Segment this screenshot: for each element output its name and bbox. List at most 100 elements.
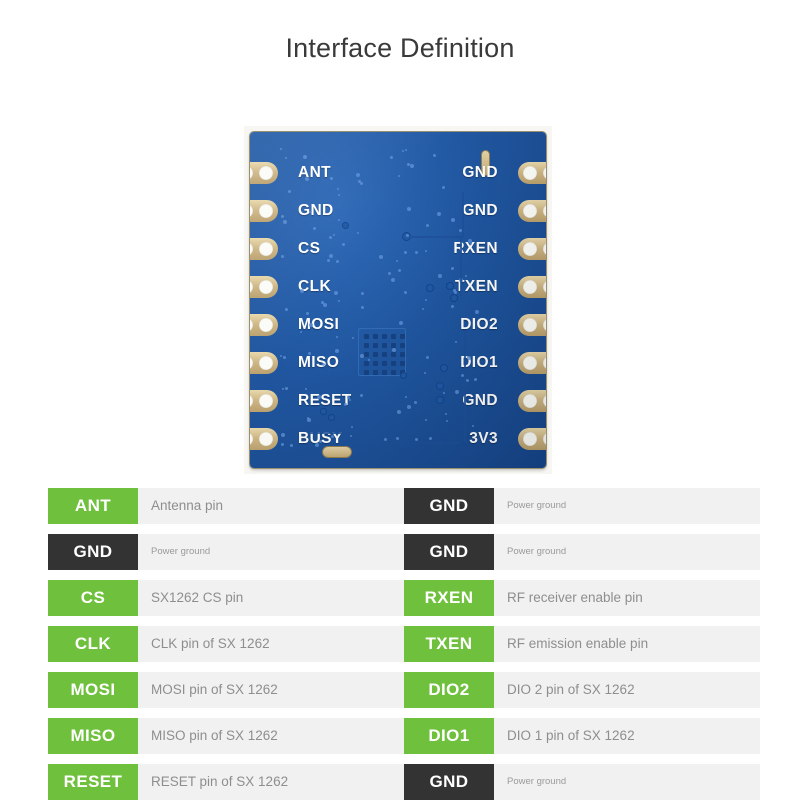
- pin-description: RF receiver enable pin: [507, 589, 643, 605]
- pcb-via: [436, 382, 444, 390]
- castellated-pad: [518, 276, 546, 298]
- pcb-silkscreen-dot: [438, 274, 442, 278]
- pcb-silkscreen-dot: [322, 363, 325, 366]
- pin-row: TXEN RF emission enable pin: [404, 626, 760, 662]
- pcb-silkscreen-dot: [288, 190, 291, 193]
- pin-row: DIO1 DIO 1 pin of SX 1262: [404, 718, 760, 754]
- pcb-silkscreen-dot: [349, 399, 351, 401]
- pin-description: Antenna pin: [151, 497, 224, 513]
- pcb-silkscreen-dot: [303, 155, 307, 159]
- pin-badge-rxen: RXEN: [404, 580, 494, 616]
- pcb-silkscreen-dot: [300, 289, 304, 293]
- castellated-pad: [518, 352, 546, 374]
- pcb-silkscreen-dot: [368, 359, 370, 361]
- pcb-silkscreen-dot: [398, 269, 401, 272]
- pcb-silkscreen-dot: [451, 267, 454, 270]
- pcb-silkscreen-dot: [443, 392, 445, 394]
- pcb-trace: [400, 442, 460, 444]
- page-title: Interface Definition: [285, 33, 515, 63]
- castellated-pad: [518, 428, 546, 450]
- castellated-pad: [250, 162, 278, 184]
- pcb-silkscreen-dot: [422, 308, 424, 310]
- pcb-silkscreen-dot: [445, 413, 447, 415]
- pcb-silkscreen-dot: [333, 234, 335, 236]
- pcb-silkscreen-dot: [414, 401, 417, 404]
- pcb-silkscreen-dot: [331, 435, 334, 438]
- pcb-silkscreen-dot: [283, 220, 287, 224]
- pcb-pin-label-gnd-right-0: GND: [462, 164, 498, 181]
- pcb-silkscreen-dot: [356, 173, 360, 177]
- pcb-silkscreen-dot: [410, 164, 414, 168]
- pcb-silkscreen-dot: [307, 417, 309, 419]
- pcb-silkscreen-dot: [379, 255, 383, 259]
- pcb-silkscreen-dot: [305, 177, 309, 181]
- pcb-silkscreen-dot: [336, 336, 338, 338]
- pin-description: Power ground: [507, 546, 567, 558]
- pcb-via: [436, 396, 444, 404]
- pcb-silkscreen-dot: [453, 289, 456, 292]
- pin-badge-gnd: GND: [404, 488, 494, 524]
- pcb-silkscreen-dot: [451, 305, 454, 308]
- pin-row: RESET RESET pin of SX 1262: [48, 764, 404, 800]
- pin-description: RESET pin of SX 1262: [151, 773, 289, 789]
- pcb-silkscreen-dot: [384, 438, 387, 441]
- pcb-silkscreen-dot: [392, 348, 396, 352]
- castellated-pad: [518, 314, 546, 336]
- board-photo: ANT GND CS CLK MOSI MISO RESET BUSY GND GND RXEN TX…: [244, 126, 552, 474]
- pcb-silkscreen-dot: [280, 148, 282, 150]
- pcb-silkscreen-dot: [405, 396, 407, 398]
- pcb-silkscreen-dot: [424, 372, 426, 374]
- pcb-pin-label-clk-left-3: CLK: [298, 278, 332, 295]
- pcb-silkscreen-dot: [285, 387, 288, 390]
- pcb-silkscreen-dot: [282, 388, 284, 390]
- pcb-silkscreen-dot: [285, 157, 287, 159]
- pcb-silkscreen-dot: [390, 156, 393, 159]
- castellated-pad: [518, 390, 546, 412]
- pcb-pin-label-gnd-right-6: GND: [462, 392, 498, 409]
- castellated-pad: [250, 200, 278, 222]
- pcb-silkscreen-dot: [283, 356, 286, 359]
- pcb-silkscreen-dot: [352, 337, 354, 339]
- pin-description: MOSI pin of SX 1262: [151, 681, 278, 697]
- pcb-trace: [460, 236, 462, 296]
- pcb-silkscreen-dot: [338, 194, 340, 196]
- pcb-silkscreen-dot: [399, 321, 403, 325]
- pcb-silkscreen-dot: [407, 207, 411, 211]
- pin-badge-ant: ANT: [48, 488, 138, 524]
- castellated-pad: [250, 276, 278, 298]
- pcb-silkscreen-dot: [337, 188, 339, 190]
- pcb-silkscreen-dot: [425, 250, 427, 252]
- pcb-silkscreen-dot: [475, 310, 479, 314]
- pin-badge-dio1: DIO1: [404, 718, 494, 754]
- interface-definition-page: Interface Definition ANT GND CS CLK MOSI MISO…: [0, 0, 800, 800]
- pin-row: MOSI MOSI pin of SX 1262: [48, 672, 404, 708]
- pin-definition-table: ANT Antenna pin GND Power ground CS SX1262 CS…: [0, 488, 800, 800]
- pcb-trace: [464, 332, 466, 442]
- pcb-silkscreen-dot: [415, 438, 418, 441]
- pin-row: GND Power ground: [404, 534, 760, 570]
- castellated-pad: [250, 390, 278, 412]
- pcb-pin-label-gnd-right-1: GND: [462, 202, 498, 219]
- pcb-silkscreen-dot: [472, 425, 474, 427]
- pcb-silkscreen-dot: [404, 291, 407, 294]
- pcb-silkscreen-dot: [405, 149, 407, 151]
- pcb-silkscreen-dot: [290, 444, 293, 447]
- pcb-silkscreen-dot: [402, 150, 404, 152]
- pcb-silkscreen-dot: [323, 303, 327, 307]
- pcb-silkscreen-dot: [404, 251, 407, 254]
- pin-row: GND Power ground: [48, 534, 404, 570]
- pcb-body: ANT GND CS CLK MOSI MISO RESET BUSY GND GND RXEN TX…: [250, 132, 546, 468]
- pcb-silkscreen-dot: [329, 236, 332, 239]
- pcb-silkscreen-dot: [300, 331, 302, 333]
- pcb-silkscreen-dot: [437, 212, 441, 216]
- pcb-pin-label-cs-left-2: CS: [298, 240, 321, 257]
- pcb-silkscreen-dot: [397, 410, 401, 414]
- pin-badge-gnd: GND: [48, 534, 138, 570]
- pin-description: RF emission enable pin: [507, 635, 649, 651]
- pin-badge-miso: MISO: [48, 718, 138, 754]
- pcb-silkscreen-dot: [327, 259, 330, 262]
- pcb-via: [440, 364, 448, 372]
- pcb-via: [400, 372, 407, 379]
- pcb-silkscreen-dot: [308, 352, 311, 355]
- pcb-silkscreen-dot: [407, 405, 411, 409]
